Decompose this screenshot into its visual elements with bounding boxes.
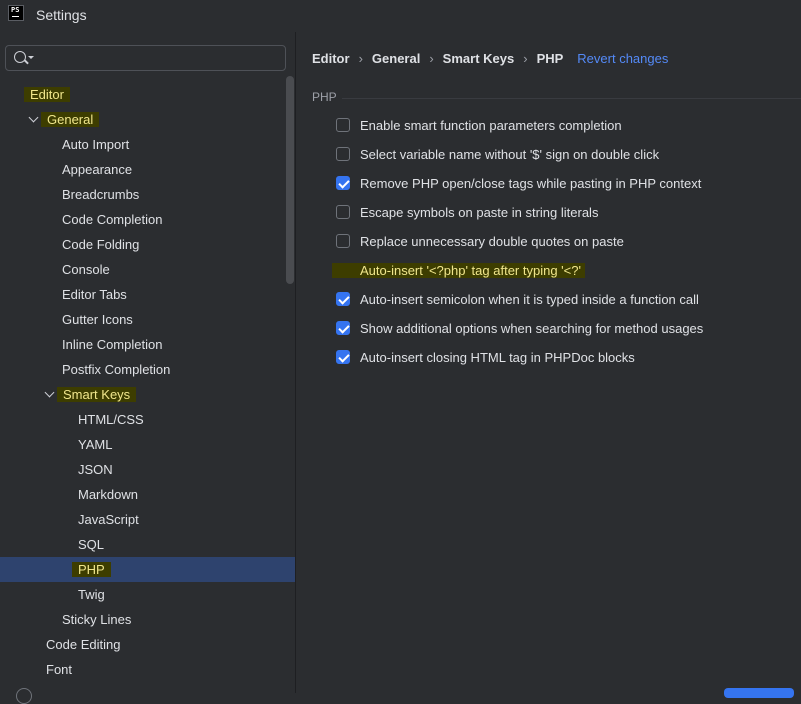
option-label: Enable smart function parameters complet…	[360, 115, 622, 137]
option-label: Remove PHP open/close tags while pasting…	[360, 173, 701, 195]
option-label: Select variable name without '$' sign on…	[360, 144, 659, 166]
search-input[interactable]	[38, 49, 282, 69]
tree-item-label: Smart Keys	[57, 387, 137, 402]
chevron-down-icon[interactable]	[28, 112, 39, 123]
settings-content: Editor › General › Smart Keys › PHP Revert chan…	[296, 32, 801, 693]
breadcrumb-item[interactable]: General	[372, 51, 420, 66]
option-checkbox[interactable]	[336, 350, 350, 364]
option-label-text: Replace unnecessary double quotes on pas…	[360, 234, 624, 249]
tree-item-label: Twig	[78, 587, 105, 602]
tree-item-label: Editor Tabs	[62, 287, 127, 302]
breadcrumb-item[interactable]: Smart Keys	[443, 51, 515, 66]
tree-item-label: Sticky Lines	[62, 612, 132, 627]
revert-changes-link[interactable]: Revert changes	[577, 51, 668, 66]
option-checkbox[interactable]	[336, 205, 350, 219]
search-box[interactable]	[5, 45, 286, 71]
settings-sidebar: Editor General Auto Import Appearance Breadc…	[0, 32, 295, 693]
option-label: Replace unnecessary double quotes on pas…	[360, 231, 624, 253]
tree-item-label: Markdown	[78, 487, 138, 502]
option-checkbox[interactable]	[336, 176, 350, 190]
tree-item-label: HTML/CSS	[78, 412, 144, 427]
option-label: Auto-insert semicolon when it is typed i…	[360, 289, 699, 311]
option-checkbox[interactable]	[336, 321, 350, 335]
search-icon[interactable]	[14, 51, 26, 63]
option-label-text: Select variable name without '$' sign on…	[360, 147, 660, 162]
tree-item-label: Code Completion	[62, 212, 163, 227]
tree-item-label: Auto Import	[62, 137, 130, 152]
tree-item-php[interactable]: PHP	[0, 557, 295, 582]
tree-item-label: Editor	[24, 87, 70, 102]
section-label: PHP	[312, 90, 337, 104]
help-icon[interactable]	[16, 688, 32, 704]
breadcrumb-item[interactable]: Editor	[312, 51, 350, 66]
breadcrumb: Editor › General › Smart Keys › PHP Revert chan…	[312, 51, 668, 66]
tree-item-label: JSON	[78, 462, 113, 477]
option-label: Auto-insert closing HTML tag in PHPDoc b…	[360, 347, 635, 369]
option-checkbox[interactable]	[336, 118, 350, 132]
tree-item-label: Gutter Icons	[62, 312, 133, 327]
tree-item-label: Appearance	[62, 162, 133, 177]
option-label-text: Enable smart function parameters complet…	[360, 118, 622, 133]
option-label: Escape symbols on paste in string litera…	[360, 202, 598, 224]
tree-item-label: Font	[46, 662, 73, 677]
option-checkbox[interactable]	[336, 292, 350, 306]
option-checkbox[interactable]	[336, 147, 350, 161]
option-label-text: Auto-insert '<?php' tag after typing '<?…	[332, 263, 585, 278]
option-label-text: Show additional options when searching f…	[360, 321, 704, 336]
option-label-text: Auto-insert closing HTML tag in PHPDoc b…	[360, 350, 635, 365]
tree-item-label: Console	[62, 262, 110, 277]
option-label: Auto-insert '<?php' tag after typing '<?…	[332, 260, 585, 282]
tree-item-label: General	[41, 112, 100, 127]
option-label: Show additional options when searching f…	[360, 318, 703, 340]
option-label-text: Escape symbols on paste in string litera…	[360, 205, 599, 220]
tree-item-label: Postfix Completion	[62, 362, 171, 377]
tree-item-label: YAML	[78, 437, 113, 452]
option-label-text: Auto-insert semicolon when it is typed i…	[360, 292, 699, 307]
breadcrumb-separator: ›	[523, 51, 528, 66]
tree-item-label: Code Editing	[46, 637, 121, 652]
tree-item-label: Breadcrumbs	[62, 187, 140, 202]
breadcrumb-separator: ›	[429, 51, 434, 66]
ok-button[interactable]	[724, 688, 794, 698]
tree-item-label: JavaScript	[78, 512, 139, 527]
sidebar-scrollbar[interactable]	[286, 76, 294, 284]
section-divider	[342, 98, 801, 99]
window-title: Settings	[36, 7, 87, 23]
breadcrumb-separator: ›	[358, 51, 363, 66]
tree-item-label: PHP	[72, 562, 111, 577]
tree-item-label: SQL	[78, 537, 105, 552]
option-checkbox[interactable]	[336, 234, 350, 248]
option-label-text: Remove PHP open/close tags while pasting…	[360, 176, 702, 191]
chevron-down-icon[interactable]	[44, 387, 55, 398]
search-history-dropdown-icon[interactable]	[28, 56, 34, 59]
tree-item-label: Code Folding	[62, 237, 140, 252]
title-bar: PS Settings	[0, 0, 801, 32]
breadcrumb-item[interactable]: PHP	[537, 51, 564, 66]
phpstorm-logo-icon: PS	[8, 5, 24, 21]
tree-item-label: Inline Completion	[62, 337, 163, 352]
